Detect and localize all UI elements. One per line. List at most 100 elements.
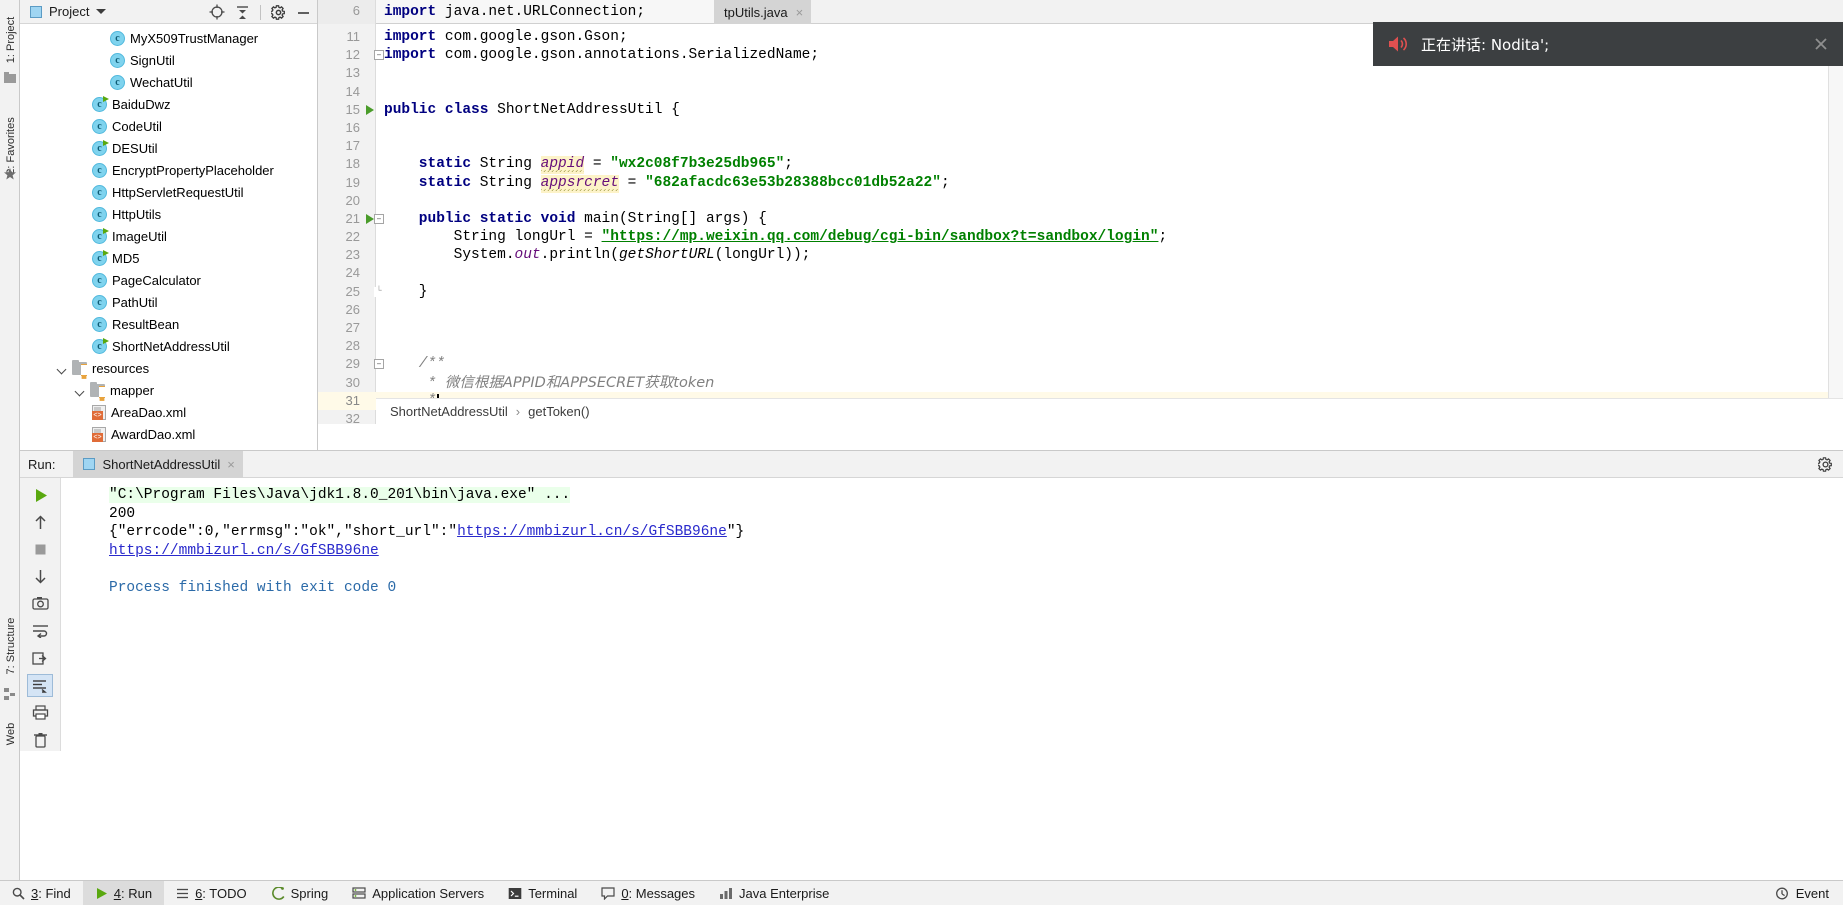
- console-link[interactable]: https://mmbizurl.cn/s/GfSBB96ne: [457, 524, 727, 540]
- scroll-up-icon[interactable]: [27, 511, 53, 533]
- tree-item-httpservletrequestutil[interactable]: c HttpServletRequestUtil: [20, 181, 317, 203]
- run-gutter-icon[interactable]: [366, 104, 374, 115]
- tree-item-awarddao-xml[interactable]: AwardDao.xml: [20, 423, 317, 445]
- run-gutter-icon[interactable]: [366, 213, 374, 224]
- minimize-icon[interactable]: [296, 5, 311, 20]
- fold-collapse-icon[interactable]: –: [374, 213, 384, 224]
- tree-item-label: MD5: [112, 250, 140, 266]
- tree-item-resultbean[interactable]: c ResultBean: [20, 313, 317, 335]
- locate-icon[interactable]: [209, 4, 225, 20]
- code-line-16[interactable]: 16: [318, 119, 1843, 137]
- line-number: 19: [345, 174, 360, 190]
- fold-collapse-icon[interactable]: –: [374, 50, 384, 61]
- fold-end-icon[interactable]: └: [374, 286, 384, 297]
- tree-item-baidudwz[interactable]: c BaiduDwz: [20, 93, 317, 115]
- tree-item-mapper[interactable]: mapper: [20, 379, 317, 401]
- code-line-14[interactable]: 14: [318, 83, 1843, 101]
- gear-icon[interactable]: [1818, 456, 1843, 472]
- fold-collapse-icon[interactable]: –: [374, 359, 384, 370]
- project-tree[interactable]: c MyX509TrustManager c SignUtil c WechatUtil c…: [20, 24, 317, 449]
- code-line-18[interactable]: 18 static String appid = "wx2c08f7b3e25d…: [318, 155, 1843, 175]
- java-ee-icon: [719, 887, 733, 900]
- strip-label-web: Web: [5, 722, 17, 746]
- clear-all-icon[interactable]: [27, 729, 53, 751]
- chevron-down-icon[interactable]: [96, 9, 107, 14]
- code-line-28[interactable]: 28: [318, 337, 1843, 355]
- close-icon[interactable]: ×: [227, 457, 235, 472]
- tree-item-shortnetaddressutil[interactable]: c ShortNetAddressUtil: [20, 335, 317, 357]
- stop-icon[interactable]: [27, 538, 53, 560]
- code-line-21[interactable]: 21 – public static void main(String[] arg…: [318, 210, 1843, 228]
- status-item-java-enterprise[interactable]: Java Enterprise: [707, 881, 841, 905]
- editor-scroll-marker-bar[interactable]: [1828, 48, 1843, 424]
- status-item-messages[interactable]: 0: Messages: [589, 881, 707, 905]
- tree-item-imageutil[interactable]: c ImageUtil: [20, 225, 317, 247]
- tree-item-encryptpropertyplaceholder[interactable]: c EncryptPropertyPlaceholder: [20, 159, 317, 181]
- code-canvas[interactable]: 11 import com.google.gson.Gson; 12– import …: [318, 24, 1843, 424]
- code-line-27[interactable]: 27: [318, 319, 1843, 337]
- close-icon[interactable]: ×: [796, 5, 804, 20]
- gear-icon[interactable]: [271, 4, 286, 20]
- close-icon[interactable]: [1813, 36, 1829, 52]
- status-item-todo[interactable]: 6: TODO: [164, 881, 259, 905]
- tree-item-pathutil[interactable]: c PathUtil: [20, 291, 317, 313]
- scroll-down-icon[interactable]: [27, 566, 53, 588]
- code-line-23[interactable]: 23 System.out.println(getShortURL(longUr…: [318, 246, 1843, 264]
- code-line-17[interactable]: 17: [318, 137, 1843, 155]
- code-line-30[interactable]: 30 * 微信根据APPID和APPSECRET获取token: [318, 374, 1843, 392]
- status-item-application-servers[interactable]: Application Servers: [340, 881, 496, 905]
- console-output[interactable]: "C:\Program Files\Java\jdk1.8.0_201\bin\…: [61, 478, 1843, 751]
- code-lines[interactable]: 11 import com.google.gson.Gson; 12– import …: [318, 24, 1843, 424]
- tree-item-resources[interactable]: resources: [20, 357, 317, 379]
- code-line-20[interactable]: 20: [318, 192, 1843, 210]
- editor-tab[interactable]: tpUtils.java ×: [714, 0, 812, 24]
- strip-item-web[interactable]: Web: [5, 699, 17, 769]
- project-title-group[interactable]: Project: [20, 4, 107, 19]
- code-line-19[interactable]: 19 static String appsrcret = "682afacdc6…: [318, 174, 1843, 193]
- console-link-text[interactable]: https://mmbizurl.cn/s/GfSBB96ne: [109, 543, 379, 559]
- soft-wrap-icon[interactable]: [27, 620, 53, 642]
- status-event-log[interactable]: Event: [1775, 886, 1843, 901]
- tree-item-desutil[interactable]: c DESUtil: [20, 137, 317, 159]
- code-line-22[interactable]: 22 String longUrl = "https://mp.weixin.q…: [318, 228, 1843, 246]
- code-line-15[interactable]: 15 public class ShortNetAddressUtil {: [318, 101, 1843, 119]
- tree-item-areadao-xml[interactable]: AreaDao.xml: [20, 401, 317, 423]
- rerun-icon[interactable]: [27, 484, 53, 506]
- run-tab[interactable]: ShortNetAddressUtil ×: [73, 450, 243, 478]
- tree-item-md5[interactable]: c MD5: [20, 247, 317, 269]
- line-number: 16: [345, 119, 360, 135]
- export-icon[interactable]: [27, 647, 53, 669]
- breadcrumb-method[interactable]: getToken(): [528, 404, 589, 419]
- code-line-26[interactable]: 26: [318, 301, 1843, 319]
- camera-icon[interactable]: [27, 593, 53, 615]
- tree-item-myx509trustmanager[interactable]: c MyX509TrustManager: [20, 27, 317, 49]
- tree-item-httputils[interactable]: c HttpUtils: [20, 203, 317, 225]
- strip-item-project[interactable]: 1: Project: [5, 5, 17, 75]
- tree-item-signutil[interactable]: c SignUtil: [20, 49, 317, 71]
- collapse-all-icon[interactable]: [235, 5, 250, 20]
- status-item-run[interactable]: 4: Run: [82, 880, 165, 905]
- tree-item-pagecalculator[interactable]: c PageCalculator: [20, 269, 317, 291]
- code-line-24[interactable]: 24: [318, 264, 1843, 282]
- code-line-29[interactable]: 29 – /**: [318, 355, 1843, 373]
- token-sid: =: [584, 156, 611, 173]
- tree-item-codeutil[interactable]: c CodeUtil: [20, 115, 317, 137]
- status-item-spring[interactable]: Spring: [259, 881, 341, 905]
- breadcrumb[interactable]: ShortNetAddressUtil › getToken(): [376, 398, 1843, 424]
- tree-item-wechatutil[interactable]: c WechatUtil: [20, 71, 317, 93]
- chevron-down-icon[interactable]: [74, 384, 87, 397]
- tree-item-label: HttpUtils: [112, 206, 162, 222]
- speaker-icon: [1387, 34, 1409, 54]
- code-line-25[interactable]: 25 └ }: [318, 283, 1843, 301]
- breadcrumb-class[interactable]: ShortNetAddressUtil: [390, 404, 508, 419]
- scroll-to-end-icon[interactable]: [27, 674, 53, 697]
- status-item-find[interactable]: 3: Find: [0, 881, 83, 905]
- strip-item-structure[interactable]: 7: Structure: [5, 611, 17, 681]
- xml-file-icon: [92, 426, 106, 442]
- status-item-terminal[interactable]: Terminal: [496, 881, 589, 905]
- notification-popup[interactable]: 正在讲话: Nodita';: [1373, 22, 1843, 66]
- run-panel: Run: ShortNetAddressUtil × "C:\Program F…: [20, 450, 1843, 751]
- code-line-13[interactable]: 13: [318, 64, 1843, 82]
- chevron-down-icon[interactable]: [56, 362, 69, 375]
- print-icon[interactable]: [27, 702, 53, 724]
